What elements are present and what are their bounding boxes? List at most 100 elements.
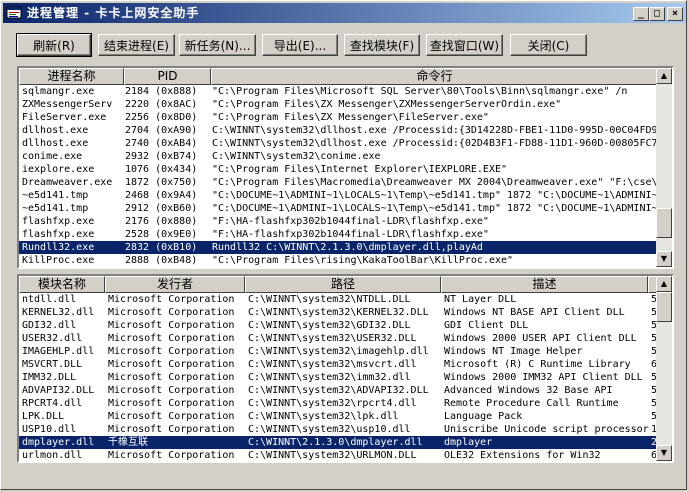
table-row[interactable]: dllhost.exe 2704 (0xA90) C:\WINNT\system32… bbox=[19, 124, 658, 137]
refresh-button[interactable]: 刷新(R) bbox=[16, 33, 92, 57]
cell-path: C:\WINNT\system32\NTDLL.DLL bbox=[248, 294, 411, 305]
cell-process-name: ~e5d141.tmp bbox=[22, 190, 89, 201]
cell-module-name: GDI32.dll bbox=[22, 320, 77, 331]
cell-pid: 2528 (0x9E0) bbox=[125, 229, 198, 240]
table-row[interactable]: LPK.DLL Microsoft Corporation C:\WINNT\sys… bbox=[19, 410, 661, 423]
cell-description: OLE32 Extensions for Win32 bbox=[444, 450, 601, 461]
cell-process-name: FileServer.exe bbox=[22, 112, 107, 123]
table-row[interactable]: urlmon.dll Microsoft Corporation C:\WINNT\… bbox=[19, 449, 661, 461]
cell-path: C:\WINNT\system32\imagehlp.dll bbox=[248, 346, 429, 357]
table-row[interactable]: KillProc.exe 2888 (0xB48) "C:\Program File… bbox=[19, 254, 658, 267]
minimize-button[interactable]: _ bbox=[633, 7, 649, 21]
cell-path: C:\WINNT\system32\GDI32.DLL bbox=[248, 320, 411, 331]
cell-module-name: IMM32.DLL bbox=[22, 372, 77, 383]
cell-module-name: USP10.dll bbox=[22, 424, 77, 435]
cell-pid: 2468 (0x9A4) bbox=[125, 190, 198, 201]
cell-command-line: "F:\HA-flashfxp302b1044final-LDR\flashfx… bbox=[212, 216, 489, 227]
column-header-command-line[interactable]: 命令行 bbox=[211, 68, 658, 85]
cell-process-name: dllhost.exe bbox=[22, 138, 89, 149]
cell-description: Windows 2000 USER API Client DLL bbox=[444, 333, 637, 344]
cell-pid: 2256 (0x8D0) bbox=[125, 112, 198, 123]
cell-pid: 1872 (0x750) bbox=[125, 177, 198, 188]
table-row[interactable]: dllhost.exe 2740 (0xAB4) C:\WINNT\system32… bbox=[19, 137, 658, 150]
table-row[interactable]: IMAGEHLP.dll Microsoft Corporation C:\WINN… bbox=[19, 345, 661, 358]
new-task-button[interactable]: 新任务(N)... bbox=[179, 34, 256, 56]
cell-publisher: Microsoft Corporation bbox=[108, 424, 235, 435]
cell-process-name: sqlmangr.exe bbox=[22, 86, 95, 97]
column-header-path[interactable]: 路径 bbox=[245, 276, 441, 293]
arrow-down-icon[interactable]: ▼ bbox=[656, 251, 672, 267]
table-row[interactable]: flashfxp.exe 2528 (0x9E0) "F:\HA-flashfxp3… bbox=[19, 228, 658, 241]
table-row[interactable]: sqlmangr.exe 2184 (0x888) "C:\Program File… bbox=[19, 85, 658, 98]
cell-description: Uniscribe Unicode script processor bbox=[444, 424, 649, 435]
cell-description: Windows NT BASE API Client DLL bbox=[444, 307, 625, 318]
table-row[interactable]: ~e5d141.tmp 2468 (0x9A4) "C:\DOCUME~1\ADMI… bbox=[19, 189, 658, 202]
cell-process-name: ZXMessengerServ bbox=[22, 99, 113, 110]
cell-path: C:\WINNT\system32\USER32.DLL bbox=[248, 333, 417, 344]
cell-publisher: Microsoft Corporation bbox=[108, 346, 235, 357]
module-rows: ntdll.dll Microsoft Corporation C:\WINNT\s… bbox=[19, 293, 661, 461]
table-row[interactable]: USP10.dll Microsoft Corporation C:\WINNT\s… bbox=[19, 423, 661, 436]
cell-description: NT Layer DLL bbox=[444, 294, 517, 305]
column-header-publisher[interactable]: 发行者 bbox=[105, 276, 245, 293]
table-row[interactable]: GDI32.dll Microsoft Corporation C:\WINNT\s… bbox=[19, 319, 661, 332]
find-window-button[interactable]: 查找窗口(W) bbox=[426, 34, 503, 56]
process-list[interactable]: 进程名称 PID 命令行 sqlmangr.exe 2184 (0x888) "C:… bbox=[17, 66, 674, 269]
table-row[interactable]: dmplayer.dll 千橡互联 C:\WINNT\2.1.3.0\dmplaye… bbox=[19, 436, 661, 449]
table-row[interactable]: MSVCRT.DLL Microsoft Corporation C:\WINNT\… bbox=[19, 358, 661, 371]
cell-pid: 2740 (0xAB4) bbox=[125, 138, 198, 149]
table-row[interactable]: RPCRT4.dll Microsoft Corporation C:\WINNT\… bbox=[19, 397, 661, 410]
cell-command-line: "C:\Program Files\Macromedia\Dreamweaver… bbox=[212, 177, 658, 188]
table-row[interactable]: iexplore.exe 1076 (0x434) "C:\Program File… bbox=[19, 163, 658, 176]
table-row[interactable]: ~e5d141.tmp 2912 (0xB60) "C:\DOCUME~1\ADMI… bbox=[19, 202, 658, 215]
table-row[interactable]: ADVAPI32.DLL Microsoft Corporation C:\WINN… bbox=[19, 384, 661, 397]
table-row[interactable]: KERNEL32.dll Microsoft Corporation C:\WINN… bbox=[19, 306, 661, 319]
column-header-pid[interactable]: PID bbox=[124, 68, 211, 85]
cell-module-name: RPCRT4.dll bbox=[22, 398, 83, 409]
arrow-up-icon[interactable]: ▲ bbox=[656, 276, 672, 292]
column-header-process-name[interactable]: 进程名称 bbox=[19, 68, 124, 85]
cell-command-line: "C:\Program Files\Microsoft SQL Server\8… bbox=[212, 86, 628, 97]
cell-description: Advanced Windows 32 Base API bbox=[444, 385, 613, 396]
maximize-button[interactable]: □ bbox=[649, 7, 665, 21]
table-row[interactable]: Rundll32.exe 2832 (0xB10) Rundll32 C:\WINN… bbox=[19, 241, 658, 254]
table-row[interactable]: USER32.dll Microsoft Corporation C:\WINNT\… bbox=[19, 332, 661, 345]
export-button[interactable]: 导出(E)... bbox=[262, 34, 338, 56]
table-row[interactable]: ntdll.dll Microsoft Corporation C:\WINNT\s… bbox=[19, 293, 661, 306]
cell-module-name: dmplayer.dll bbox=[22, 437, 95, 448]
table-row[interactable]: ZXMessengerServ 2220 (0x8AC) "C:\Program F… bbox=[19, 98, 658, 111]
close-window-button[interactable]: × bbox=[667, 7, 683, 21]
cell-command-line: "C:\DOCUME~1\ADMINI~1\LOCALS~1\Temp\~e5d… bbox=[212, 203, 658, 214]
module-list-scrollbar[interactable]: ▲ ▼ bbox=[656, 276, 672, 461]
cell-publisher: Microsoft Corporation bbox=[108, 294, 235, 305]
process-list-header: 进程名称 PID 命令行 bbox=[19, 68, 658, 85]
process-list-scroll-thumb[interactable] bbox=[656, 208, 672, 238]
table-row[interactable]: IMM32.DLL Microsoft Corporation C:\WINNT\s… bbox=[19, 371, 661, 384]
find-module-button[interactable]: 查找模块(F) bbox=[344, 34, 420, 56]
module-list[interactable]: 模块名称 发行者 路径 描述 ntdll.dll Microsoft Corpor… bbox=[17, 274, 674, 463]
arrow-up-icon[interactable]: ▲ bbox=[656, 68, 672, 84]
column-header-description[interactable]: 描述 bbox=[441, 276, 648, 293]
table-row[interactable]: conime.exe 2932 (0xB74) C:\WINNT\system32\… bbox=[19, 150, 658, 163]
cell-pid: 2220 (0x8AC) bbox=[125, 99, 198, 110]
table-row[interactable]: FileServer.exe 2256 (0x8D0) "C:\Program Fi… bbox=[19, 111, 658, 124]
table-row[interactable]: Dreamweaver.exe 1872 (0x750) "C:\Program F… bbox=[19, 176, 658, 189]
cell-path: C:\WINNT\2.1.3.0\dmplayer.dll bbox=[248, 437, 423, 448]
title-bar[interactable]: 进程管理 - 卡卡上网安全助手 _ □ × bbox=[3, 3, 686, 23]
cell-module-name: IMAGEHLP.dll bbox=[22, 346, 95, 357]
cell-publisher: Microsoft Corporation bbox=[108, 333, 235, 344]
arrow-down-icon[interactable]: ▼ bbox=[656, 445, 672, 461]
close-button[interactable]: 关闭(C) bbox=[510, 34, 587, 56]
window-title: 进程管理 - 卡卡上网安全助手 bbox=[27, 6, 200, 20]
end-process-button[interactable]: 结束进程(E) bbox=[98, 34, 175, 56]
table-row[interactable]: flashfxp.exe 2176 (0x880) "F:\HA-flashfxp3… bbox=[19, 215, 658, 228]
cell-command-line: C:\WINNT\system32\dllhost.exe /Processid… bbox=[212, 138, 658, 149]
module-list-scroll-thumb[interactable] bbox=[656, 292, 672, 322]
cell-process-name: iexplore.exe bbox=[22, 164, 95, 175]
cell-pid: 2912 (0xB60) bbox=[125, 203, 198, 214]
cell-process-name: ~e5d141.tmp bbox=[22, 203, 89, 214]
cell-module-name: KERNEL32.dll bbox=[22, 307, 95, 318]
cell-process-name: Dreamweaver.exe bbox=[22, 177, 113, 188]
column-header-module-name[interactable]: 模块名称 bbox=[19, 276, 105, 293]
process-list-scrollbar[interactable]: ▲ ▼ bbox=[656, 68, 672, 267]
